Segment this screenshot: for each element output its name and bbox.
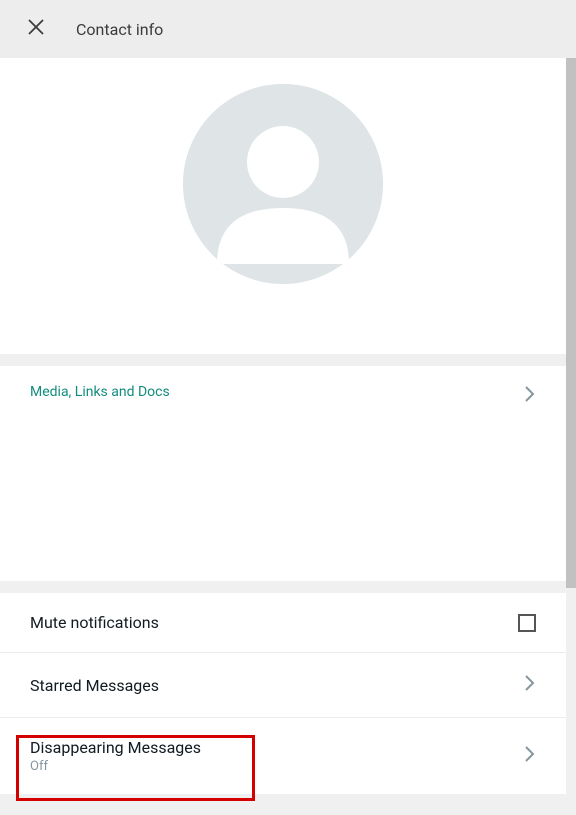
mute-label: Mute notifications [30,613,159,632]
disappearing-messages-row[interactable]: Disappearing Messages Off [0,718,566,794]
profile-section [0,58,566,354]
disappearing-label: Disappearing Messages [30,738,201,757]
settings-section: Mute notifications Starred Messages Disa… [0,593,566,794]
media-label: Media, Links and Docs [30,384,170,400]
divider [0,581,576,593]
media-links-docs-row[interactable]: Media, Links and Docs [0,366,566,581]
disappearing-left: Disappearing Messages Off [30,738,201,774]
person-icon [183,84,383,284]
scrollbar[interactable] [566,58,576,815]
close-icon [28,19,44,39]
starred-messages-row[interactable]: Starred Messages [0,653,566,718]
mute-notifications-row[interactable]: Mute notifications [0,593,566,653]
chevron-right-icon [524,673,536,697]
divider [0,354,576,366]
close-button[interactable] [24,17,48,41]
starred-label: Starred Messages [30,676,159,695]
chevron-right-icon [524,384,536,408]
avatar[interactable] [183,84,383,284]
disappearing-value: Off [30,759,201,774]
chevron-right-icon [524,744,536,768]
page-title: Contact info [76,20,163,39]
header: Contact info [0,0,576,58]
scrollbar-thumb[interactable] [566,58,576,588]
mute-checkbox[interactable] [518,614,536,632]
